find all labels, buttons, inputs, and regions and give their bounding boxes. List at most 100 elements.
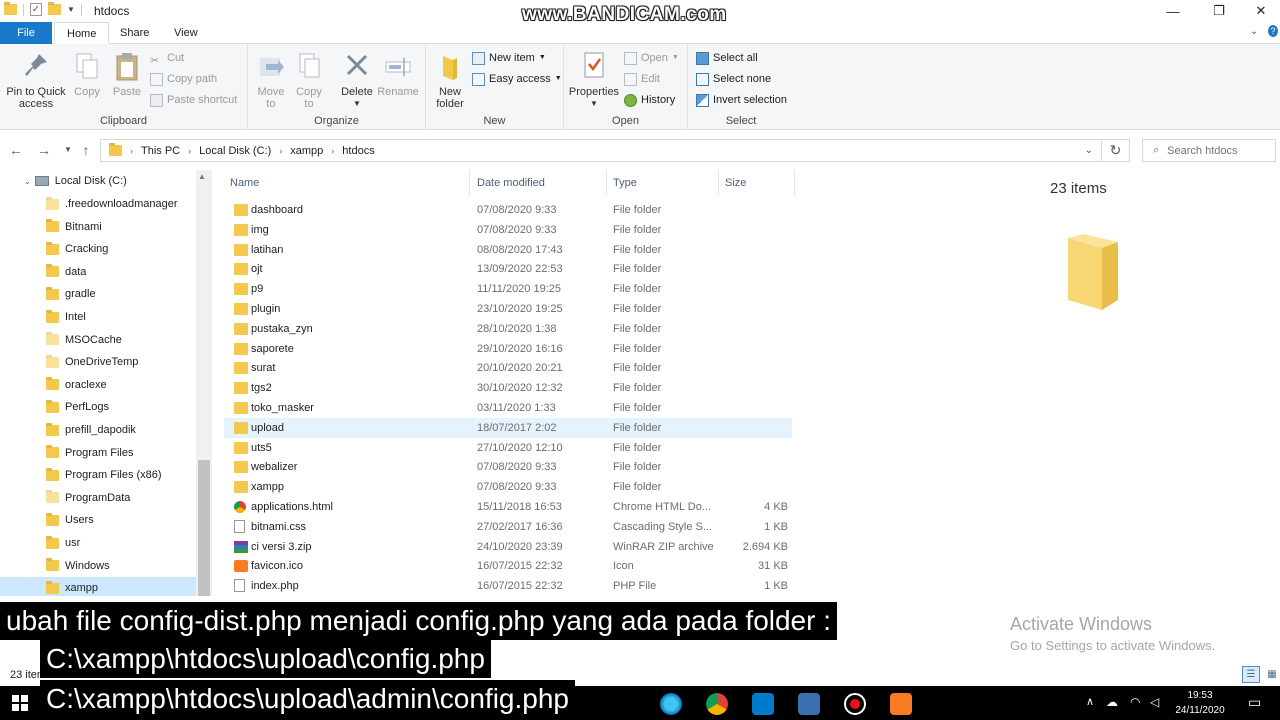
easy-access-button[interactable]: Easy access ▼ — [472, 70, 562, 88]
scroll-up-icon[interactable]: ▲ — [198, 172, 206, 181]
new-folder-icon[interactable] — [48, 2, 61, 15]
column-header-type[interactable]: Type — [607, 170, 719, 196]
nav-item[interactable]: oraclexe — [0, 374, 196, 396]
table-row[interactable]: p9 11/11/2020 19:25 File folder — [224, 279, 792, 299]
chrome-icon[interactable] — [706, 693, 728, 715]
table-row[interactable]: bitnami.css 27/02/2017 16:36 Cascading Sty… — [224, 517, 792, 537]
nav-item[interactable]: data — [0, 261, 196, 283]
nav-item[interactable]: Program Files — [0, 442, 196, 464]
minimize-button[interactable]: — — [1150, 0, 1196, 22]
wifi-icon[interactable]: ◠ — [1130, 695, 1140, 709]
forward-button[interactable]: → — [34, 142, 54, 158]
tab-home[interactable]: Home — [54, 22, 110, 44]
recent-locations-button[interactable]: ▼ — [58, 145, 78, 154]
table-row[interactable]: saporete 29/10/2020 16:16 File folder — [224, 339, 792, 359]
table-row[interactable]: pustaka_zyn 28/10/2020 1:38 File folder — [224, 319, 792, 339]
select-all-button[interactable]: Select all — [696, 49, 758, 67]
nav-item[interactable]: Windows — [0, 555, 196, 577]
paste-button[interactable]: Paste — [108, 50, 146, 98]
column-header-date[interactable]: Date modified — [471, 170, 607, 196]
maximize-button[interactable]: ❐ — [1196, 0, 1242, 22]
edge-icon[interactable] — [660, 693, 682, 715]
volume-icon[interactable]: ◁ — [1150, 695, 1159, 709]
breadcrumb-htdocs[interactable]: htdocs — [342, 145, 374, 157]
nav-item[interactable]: usr — [0, 532, 196, 554]
breadcrumb-this-pc[interactable]: This PC — [141, 145, 180, 157]
column-header-size[interactable]: Size — [719, 170, 795, 196]
pin-quick-access-button[interactable]: Pin to Quick access — [4, 50, 68, 110]
new-item-button[interactable]: New item ▼ — [472, 49, 546, 67]
breadcrumb-local-disk[interactable]: Local Disk (C:) — [199, 145, 271, 157]
record-icon[interactable] — [844, 693, 866, 715]
copy-button[interactable]: Copy — [70, 50, 104, 98]
properties-check-icon[interactable]: ✓ — [30, 3, 42, 16]
new-folder-button[interactable]: New folder — [432, 50, 468, 110]
chevron-down-icon[interactable]: ⌄ — [1250, 26, 1258, 37]
chevron-down-icon[interactable]: ▼ — [67, 5, 75, 14]
chevron-down-icon[interactable]: ⌄ — [1085, 145, 1093, 156]
table-row[interactable]: webalizer 07/08/2020 9:33 File folder — [224, 457, 792, 477]
large-icons-view-button[interactable]: ▦ — [1264, 666, 1280, 683]
vscode-icon[interactable] — [752, 693, 774, 715]
nav-item[interactable]: Intel — [0, 306, 196, 328]
tab-file[interactable]: File — [0, 22, 52, 44]
properties-button[interactable]: Properties ▼ — [568, 50, 620, 110]
open-button[interactable]: Open ▼ — [624, 49, 679, 67]
move-to-button[interactable]: Move to — [254, 50, 288, 110]
nav-item[interactable]: prefill_dapodik — [0, 419, 196, 441]
details-view-button[interactable]: ☰ — [1242, 666, 1260, 683]
invert-selection-button[interactable]: Invert selection — [696, 91, 787, 109]
search-input[interactable] — [1167, 144, 1268, 157]
close-button[interactable]: ✕ — [1238, 0, 1280, 22]
tab-view[interactable]: View — [162, 22, 210, 44]
nav-item[interactable]: ProgramData — [0, 487, 196, 509]
table-row[interactable]: favicon.ico 16/07/2015 22:32 Icon 31 KB — [224, 556, 792, 576]
copy-to-button[interactable]: Copy to — [292, 50, 326, 110]
clock[interactable]: 19:53 24/11/2020 — [1170, 688, 1230, 718]
help-icon[interactable]: ? — [1268, 25, 1278, 37]
app-window-icon[interactable] — [798, 693, 820, 715]
address-bar[interactable]: › This PC › Local Disk (C:) › xampp › ht… — [100, 139, 1102, 162]
select-none-button[interactable]: Select none — [696, 70, 771, 88]
nav-item[interactable]: OneDriveTemp — [0, 351, 196, 373]
nav-item[interactable]: PerfLogs — [0, 396, 196, 418]
table-row[interactable]: uts5 27/10/2020 12:10 File folder — [224, 438, 792, 458]
table-row[interactable]: index.php 16/07/2015 22:32 PHP File 1 KB — [224, 576, 792, 596]
table-row[interactable]: surat 20/10/2020 20:21 File folder — [224, 358, 792, 378]
back-button[interactable]: ← — [6, 142, 26, 158]
network-icon[interactable]: ☁ — [1106, 695, 1118, 709]
nav-item[interactable]: Cracking — [0, 238, 196, 260]
copy-path-button[interactable]: Copy path — [150, 70, 217, 88]
nav-item-local-disk[interactable]: ⌄ Local Disk (C:) — [0, 170, 196, 192]
table-row[interactable]: ci versi 3.zip 24/10/2020 23:39 WinRAR ZIP… — [224, 537, 792, 557]
nav-item[interactable]: MSOCache — [0, 329, 196, 351]
breadcrumb-xampp[interactable]: xampp — [290, 145, 323, 157]
table-row[interactable]: toko_masker 03/11/2020 1:33 File folder — [224, 398, 792, 418]
nav-item[interactable]: xampp — [0, 577, 196, 596]
nav-item[interactable]: gradle — [0, 283, 196, 305]
table-row[interactable]: ojt 13/09/2020 22:53 File folder — [224, 259, 792, 279]
history-button[interactable]: History — [624, 91, 675, 109]
column-header-name[interactable]: Name — [224, 170, 470, 196]
nav-item[interactable]: Users — [0, 509, 196, 531]
notifications-icon[interactable]: ▭ — [1248, 694, 1261, 711]
nav-item[interactable]: Program Files (x86) — [0, 464, 196, 486]
table-row[interactable]: applications.html 15/11/2018 16:53 Chrome … — [224, 497, 792, 517]
table-row[interactable]: tgs2 30/10/2020 12:32 File folder — [224, 378, 792, 398]
rename-button[interactable]: Rename — [376, 50, 420, 98]
chevron-down-icon[interactable]: ⌄ — [24, 177, 31, 186]
search-box[interactable]: ⌕ — [1142, 139, 1276, 162]
start-windows-icon[interactable] — [12, 695, 28, 711]
xampp-icon[interactable] — [890, 693, 912, 715]
up-button[interactable]: ↑ — [76, 142, 96, 158]
table-row[interactable]: plugin 23/10/2020 19:25 File folder — [224, 299, 792, 319]
paste-shortcut-button[interactable]: Paste shortcut — [150, 91, 237, 109]
table-row[interactable]: latihan 08/08/2020 17:43 File folder — [224, 240, 792, 260]
table-row[interactable]: upload 18/07/2017 2:02 File folder — [224, 417, 792, 438]
nav-item[interactable]: .freedownloadmanager — [0, 193, 196, 215]
delete-button[interactable]: Delete ▼ — [338, 50, 376, 110]
table-row[interactable]: dashboard 07/08/2020 9:33 File folder — [224, 200, 792, 220]
table-row[interactable]: img 07/08/2020 9:33 File folder — [224, 220, 792, 240]
tray-chevron-up-icon[interactable]: ∧ — [1086, 695, 1094, 708]
table-row[interactable]: xampp 07/08/2020 9:33 File folder — [224, 477, 792, 497]
